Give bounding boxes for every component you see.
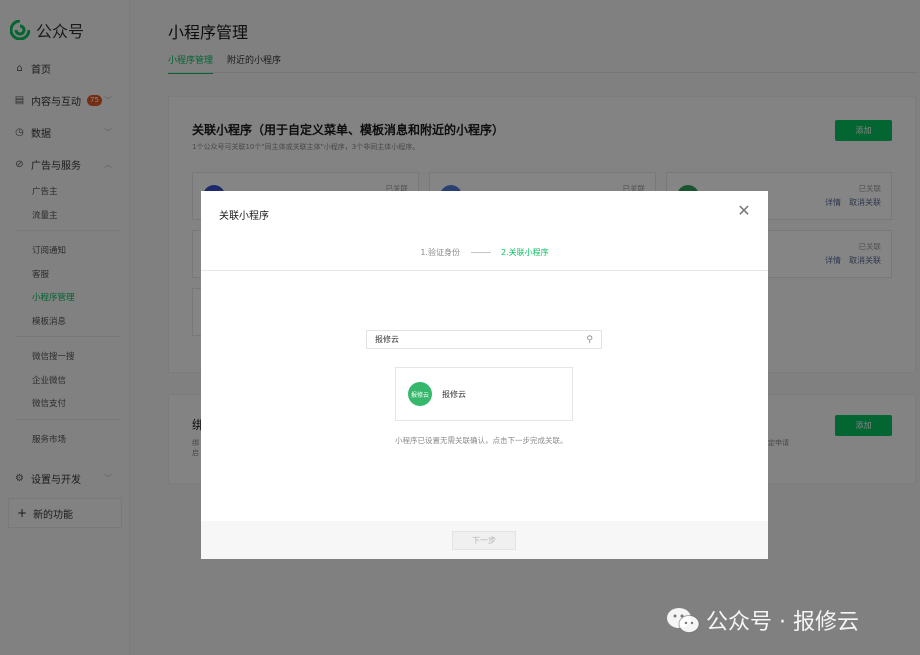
step-indicator: 1.验证身份 2.关联小程序 xyxy=(201,247,768,258)
dialog-footer: 下一步 xyxy=(201,521,768,559)
watermark-text: 公众号 · 报修云 xyxy=(706,610,859,635)
next-button[interactable]: 下一步 xyxy=(452,531,516,550)
step-1: 1.验证身份 xyxy=(420,248,460,257)
miniprogram-logo-icon: 报修云 xyxy=(408,382,432,406)
watermark: 公众号 · 报修云 xyxy=(666,604,859,636)
search-result-item[interactable]: 报修云 报修云 xyxy=(395,367,573,421)
search-value: 报修云 xyxy=(375,335,399,344)
dialog-divider xyxy=(201,270,768,271)
step-separator xyxy=(470,252,491,253)
link-miniprogram-dialog: 关联小程序 ✕ 1.验证身份 2.关联小程序 报修云 ⚲ 报修云 报修云 小程序… xyxy=(201,191,768,559)
search-input[interactable]: 报修云 ⚲ xyxy=(366,330,602,349)
search-icon[interactable]: ⚲ xyxy=(586,335,593,345)
hint-text: 小程序已设置无需关联确认，点击下一步完成关联。 xyxy=(395,436,568,445)
result-name: 报修云 xyxy=(442,389,466,399)
close-icon[interactable]: ✕ xyxy=(736,203,752,219)
dialog-title: 关联小程序 xyxy=(219,211,269,222)
step-2: 2.关联小程序 xyxy=(501,248,549,257)
wechat-icon xyxy=(667,608,700,633)
